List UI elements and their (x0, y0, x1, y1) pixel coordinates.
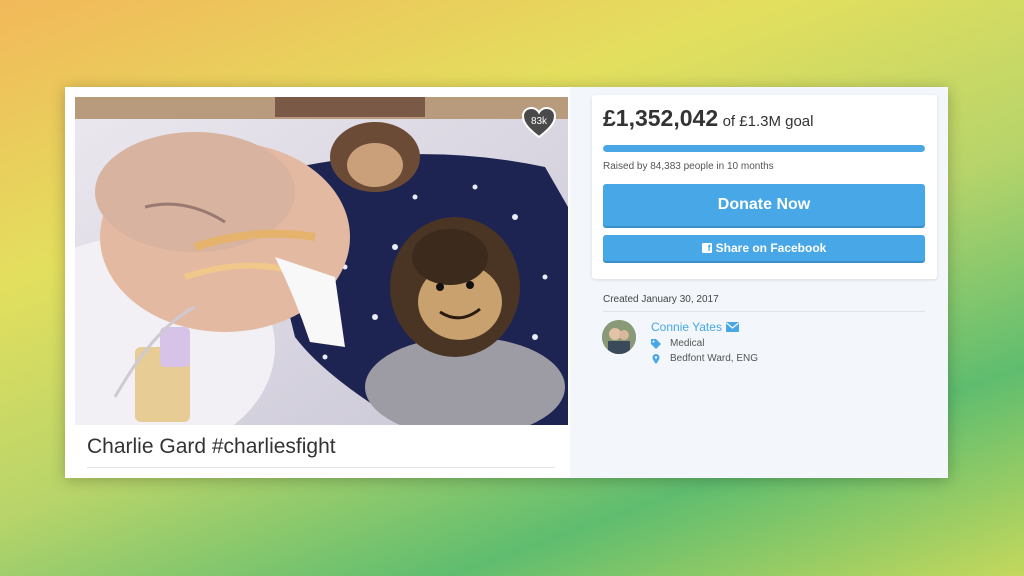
progress-fill (603, 145, 925, 152)
like-badge[interactable]: 83k (522, 107, 556, 139)
campaign-title: Charlie Gard #charliesfight (87, 435, 336, 458)
raised-by-text: Raised by 84,383 people in 10 months (603, 161, 774, 172)
organizer-link[interactable]: Connie Yates (651, 320, 739, 334)
campaign-photo: 83k (75, 97, 568, 425)
goal-text: of £1.3M goal (722, 113, 814, 130)
campaign-media-panel: 83k Charlie Gard #charliesfight (65, 87, 570, 478)
category-text: Medical (670, 338, 705, 349)
share-label: Share on Facebook (715, 241, 827, 255)
map-pin-icon (652, 353, 660, 364)
organizer-name: Connie Yates (651, 320, 722, 334)
progress-bar (603, 145, 925, 152)
tag-icon (651, 338, 661, 349)
amount-raised-line: £1,352,042 of £1.3M goal (603, 105, 813, 132)
donation-card: £1,352,042 of £1.3M goal Raised by 84,38… (592, 95, 937, 279)
amount-raised: £1,352,042 (603, 105, 719, 131)
donate-now-button[interactable]: Donate Now (603, 184, 925, 226)
facebook-icon: f (701, 243, 712, 253)
share-on-facebook-button[interactable]: f Share on Facebook (603, 235, 925, 261)
likes-count: 83k (530, 116, 548, 127)
organizer-avatar[interactable] (602, 320, 636, 354)
campaign-page: 83k Charlie Gard #charliesfight £1,352,0… (65, 87, 948, 478)
envelope-icon[interactable] (725, 322, 739, 332)
category-row: Medical (651, 338, 704, 349)
details-divider (603, 311, 925, 312)
location-row: Bedfont Ward, ENG (651, 353, 758, 364)
created-date: Created January 30, 2017 (603, 294, 719, 305)
location-text: Bedfont Ward, ENG (670, 353, 758, 364)
title-divider (87, 467, 555, 468)
